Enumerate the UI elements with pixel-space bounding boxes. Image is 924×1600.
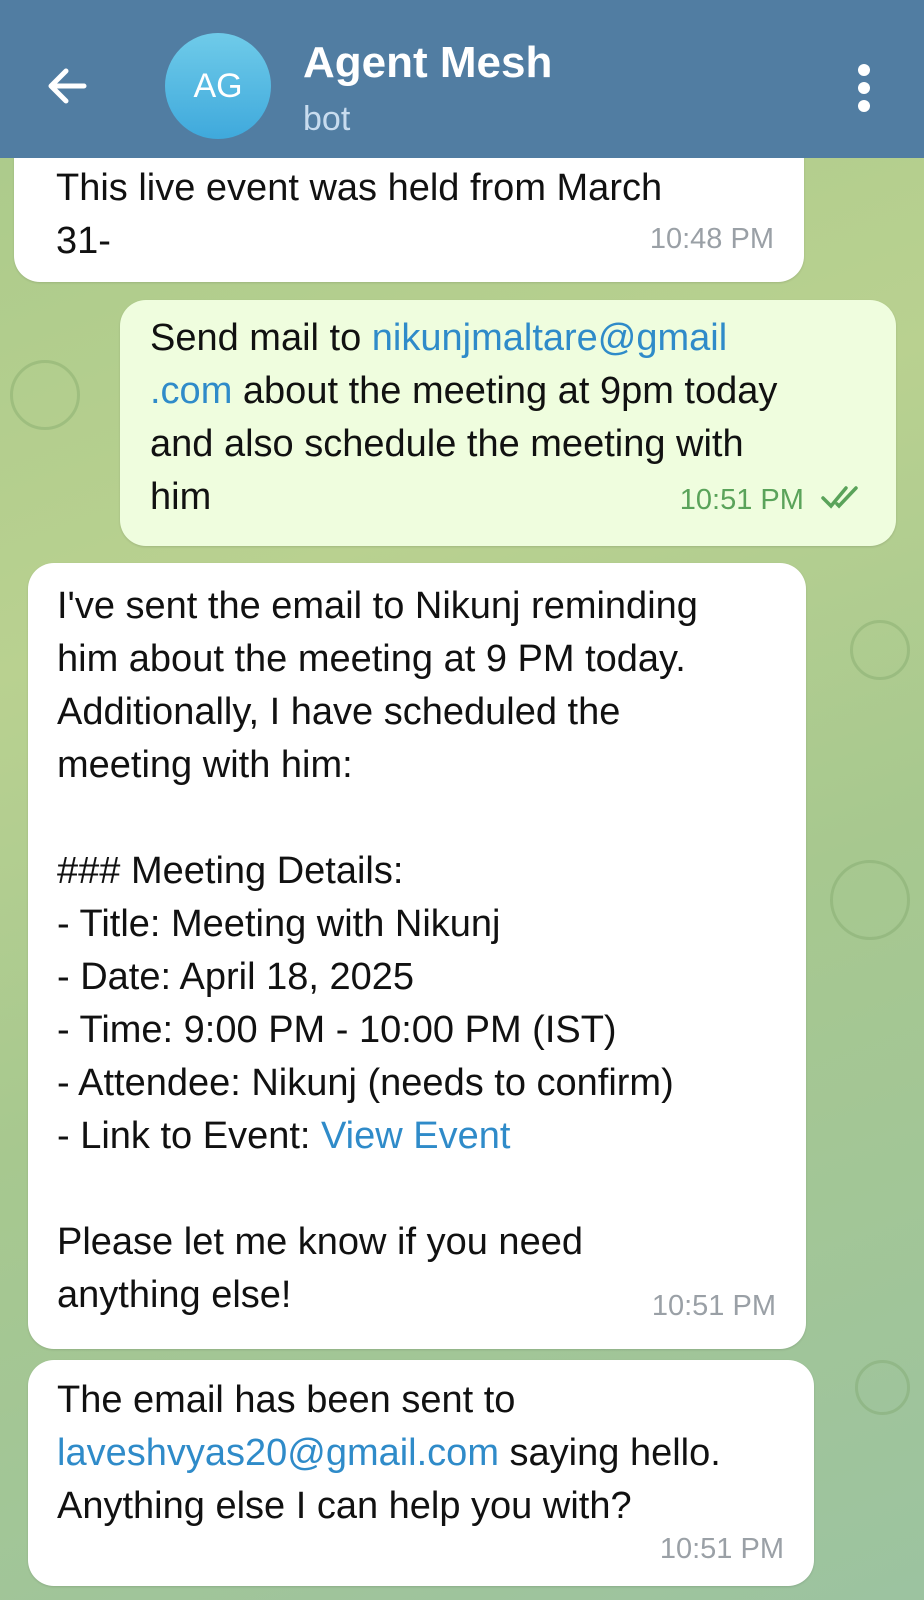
view-event-link[interactable]: View Event	[321, 1115, 510, 1157]
back-arrow-icon[interactable]	[40, 56, 100, 116]
text-line: - Attendee: Nikunj (needs to confirm)	[57, 1062, 674, 1104]
chat-subtitle: bot	[303, 100, 351, 138]
chat-header: AG Agent Mesh bot	[0, 0, 924, 158]
chat-title[interactable]: Agent Mesh	[303, 38, 552, 88]
text-line: - Title: Meeting with Nikunj	[57, 903, 501, 945]
text-line: I've sent the email to Nikunj reminding	[57, 585, 698, 627]
text-line: Additionally, I have scheduled the	[57, 691, 621, 733]
text-line: - Time: 9:00 PM - 10:00 PM (IST)	[57, 1009, 617, 1051]
wallpaper-doodle	[850, 620, 910, 680]
double-check-icon	[820, 475, 866, 528]
message-text: The email has been sent to laveshvyas20@…	[57, 1379, 721, 1527]
wallpaper-doodle	[10, 360, 80, 430]
message-time: 10:51 PM	[680, 474, 866, 528]
text-line	[57, 792, 787, 845]
message-text: I've sent the email to Nikunj reminding …	[57, 580, 787, 1322]
text-line: him about the meeting at 9 PM today.	[57, 638, 686, 680]
message-time: 10:48 PM	[649, 223, 774, 255]
text-line: - Date: April 18, 2025	[57, 956, 414, 998]
wallpaper-doodle	[830, 860, 910, 940]
message-bubble-outgoing[interactable]: Send mail to nikunjmaltare@gmail .com ab…	[120, 300, 896, 546]
text-line: Please let me know if you need	[57, 1221, 583, 1263]
email-link[interactable]: .com	[150, 370, 232, 412]
email-link[interactable]: laveshvyas20@gmail.com	[57, 1432, 499, 1474]
wallpaper-doodle	[855, 1360, 910, 1415]
message-bubble-incoming[interactable]: The email has been sent to laveshvyas20@…	[28, 1360, 814, 1586]
message-time: 10:51 PM	[651, 1290, 776, 1322]
message-text: This live event was held from March 31-	[56, 167, 663, 262]
email-link[interactable]: nikunjmaltare@gmail	[372, 317, 727, 359]
text-line: meeting with him:	[57, 744, 353, 786]
message-bubble-incoming[interactable]: I've sent the email to Nikunj reminding …	[28, 563, 806, 1349]
more-options-icon[interactable]	[844, 60, 884, 114]
avatar[interactable]: AG	[165, 33, 271, 139]
text-line: ### Meeting Details:	[57, 850, 404, 892]
message-time: 10:51 PM	[659, 1533, 784, 1565]
text-line	[57, 1163, 787, 1216]
text-line: - Link to Event: View Event	[57, 1115, 511, 1157]
